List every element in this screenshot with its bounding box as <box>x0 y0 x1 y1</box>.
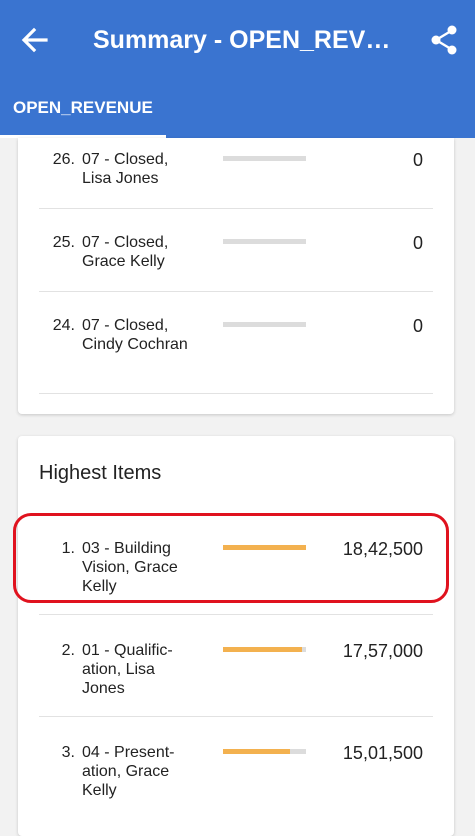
item-value: 0 <box>412 150 423 170</box>
list-item[interactable]: 2. 01 - Qualific-ation, Lisa Jones 17,57… <box>39 641 433 717</box>
item-label: 03 - Building Vision, Grace Kelly <box>82 540 178 595</box>
item-label: 07 - Closed, Grace Kelly <box>82 234 169 270</box>
item-rank: 2. <box>61 642 75 659</box>
item-label: 04 - Present-ation, Grace Kelly <box>82 744 175 799</box>
lowest-items-card: 26. 07 - Closed, Lisa Jones 0 25. 07 - C… <box>18 138 454 414</box>
item-label: 01 - Qualific-ation, Lisa Jones <box>82 642 173 697</box>
item-value: 17,57,000 <box>342 641 423 661</box>
value-bar <box>223 545 306 550</box>
item-rank: 1. <box>61 540 75 557</box>
item-rank: 3. <box>61 744 75 761</box>
list-item[interactable]: 1. 03 - Building Vision, Grace Kelly 18,… <box>39 539 433 615</box>
item-value: 15,01,500 <box>342 743 423 763</box>
value-bar <box>223 749 306 754</box>
share-icon[interactable] <box>428 24 460 56</box>
item-label: 07 - Closed, Lisa Jones <box>82 151 169 187</box>
value-bar <box>223 322 306 327</box>
page-title: Summary - OPEN_REVENUE <box>93 26 403 54</box>
item-rank: 26. <box>52 151 75 168</box>
list-item[interactable]: 26. 07 - Closed, Lisa Jones 0 <box>39 150 433 209</box>
app-bar: Summary - OPEN_REVENUE OPEN_REVENUE <box>0 0 475 138</box>
back-arrow-icon[interactable] <box>18 24 52 56</box>
value-bar <box>223 239 306 244</box>
value-bar <box>223 156 306 161</box>
tab-label: OPEN_REVENUE <box>13 98 153 117</box>
item-rank: 24. <box>52 317 75 334</box>
toolbar: Summary - OPEN_REVENUE <box>0 0 475 80</box>
list-item[interactable]: 25. 07 - Closed, Grace Kelly 0 <box>39 233 433 292</box>
list-item[interactable]: 24. 07 - Closed, Cindy Cochran 0 <box>39 316 433 394</box>
highest-items-card: Highest Items 1. 03 - Building Vision, G… <box>18 436 454 836</box>
item-value: 0 <box>412 233 423 253</box>
item-label: 07 - Closed, Cindy Cochran <box>82 317 188 353</box>
value-bar <box>223 647 306 652</box>
item-value: 0 <box>412 316 423 336</box>
section-title: Highest Items <box>39 462 162 484</box>
value-bar-fill <box>223 647 302 652</box>
item-rank: 25. <box>52 234 75 251</box>
item-value: 18,42,500 <box>342 539 423 559</box>
tab-open-revenue[interactable]: OPEN_REVENUE <box>0 80 166 138</box>
value-bar-fill <box>223 545 306 550</box>
value-bar-fill <box>223 749 291 754</box>
list-item[interactable]: 3. 04 - Present-ation, Grace Kelly 15,01… <box>39 743 433 818</box>
